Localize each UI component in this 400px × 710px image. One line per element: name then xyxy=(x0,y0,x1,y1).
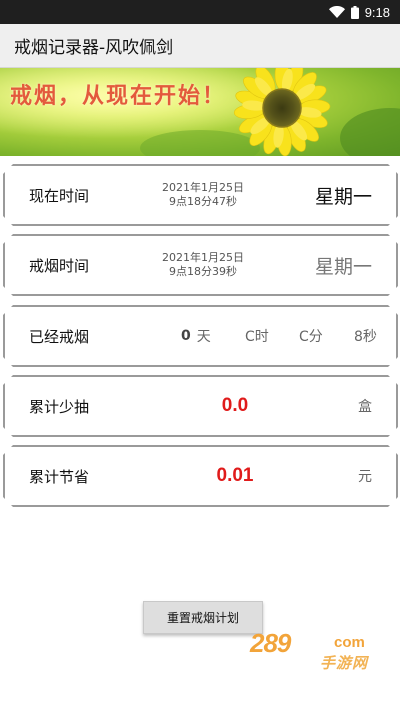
header-banner: 戒烟，从现在开始！ xyxy=(0,68,400,156)
quit-clock: 9点18分39秒 xyxy=(169,265,237,278)
watermark-tld: com xyxy=(334,634,365,651)
packs-saved-card: 累计少抽 0.0 盒 xyxy=(3,375,398,437)
current-datetime: 2021年1月25日 9点18分47秒 xyxy=(143,166,263,224)
elapsed-hours: C时 xyxy=(245,329,269,345)
money-saved-value: 0.01 xyxy=(216,465,254,486)
elapsed-label: 已经戒烟 xyxy=(29,327,90,346)
site-watermark: 289 com 手游网 xyxy=(238,628,388,674)
quit-date: 2021年1月25日 xyxy=(162,251,244,264)
quit-datetime: 2021年1月25日 9点18分39秒 xyxy=(143,236,263,294)
money-saved-unit: 元 xyxy=(358,469,372,485)
battery-icon xyxy=(350,5,359,19)
packs-saved-unit: 盒 xyxy=(358,399,372,415)
packs-saved-value: 0.0 xyxy=(221,395,249,416)
current-clock: 9点18分47秒 xyxy=(169,195,237,208)
elapsed-days-unit: 天 xyxy=(196,329,211,345)
quit-time-card[interactable]: 戒烟时间 2021年1月25日 9点18分39秒 星期一 xyxy=(3,234,398,296)
elapsed-days-value: 0 xyxy=(181,328,191,344)
app-title-bar: 戒烟记录器-风吹佩剑 xyxy=(0,24,400,68)
status-bar: 9:18 xyxy=(0,0,400,24)
quit-weekday: 星期一 xyxy=(314,255,372,278)
banner-slogan: 戒烟，从现在开始！ xyxy=(10,84,227,109)
current-time-card: 现在时间 2021年1月25日 9点18分47秒 星期一 xyxy=(3,164,398,226)
current-weekday: 星期一 xyxy=(314,185,372,208)
status-time: 9:18 xyxy=(364,4,390,20)
elapsed-card: 已经戒烟 0 天 C时 C分 8秒 xyxy=(3,305,398,367)
watermark-domain: 289 xyxy=(250,628,291,658)
packs-saved-label: 累计少抽 xyxy=(29,397,90,416)
app-title: 戒烟记录器-风吹佩剑 xyxy=(14,38,174,58)
elapsed-minutes: C分 xyxy=(299,329,323,345)
money-saved-card: 累计节省 0.01 元 xyxy=(3,445,398,507)
elapsed-days: 0 天 xyxy=(181,307,211,365)
watermark-site-name: 手游网 xyxy=(320,654,369,672)
wifi-icon xyxy=(328,6,345,18)
current-date: 2021年1月25日 xyxy=(162,181,244,194)
quit-time-label: 戒烟时间 xyxy=(29,256,90,275)
elapsed-seconds: 8秒 xyxy=(354,329,377,345)
money-saved-label: 累计节省 xyxy=(29,467,90,486)
current-time-label: 现在时间 xyxy=(29,186,90,205)
